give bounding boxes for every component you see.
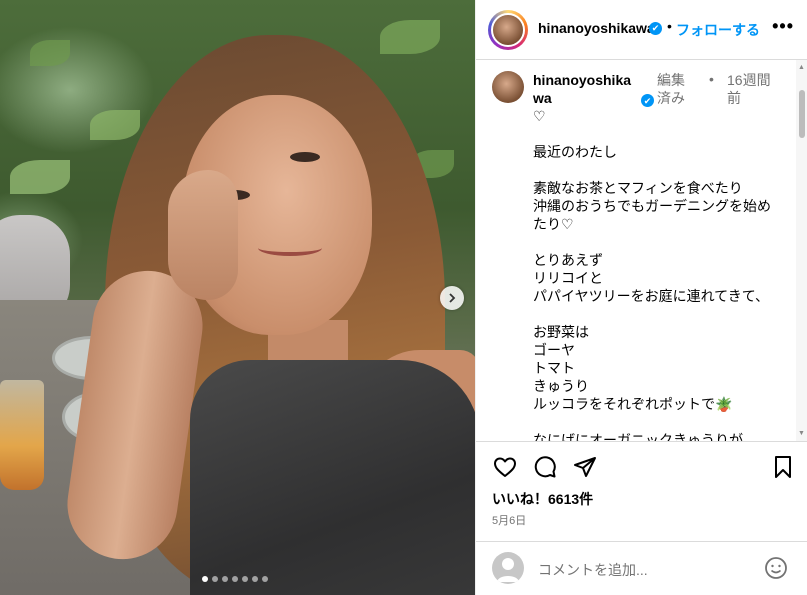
share-icon	[574, 457, 596, 477]
current-user-avatar	[492, 552, 524, 584]
comments-area[interactable]: hinanoyoshikawa ✔ 編集済み • 16週間前 ♡ 最近のわたし …	[476, 60, 796, 441]
bookmark-icon	[775, 456, 791, 478]
caption-username[interactable]: hinanoyoshikawa ✔	[533, 71, 654, 107]
emoji-button[interactable]	[764, 556, 788, 580]
scroll-up-icon[interactable]: ▲	[798, 64, 805, 71]
next-slide-button[interactable]	[440, 286, 464, 310]
foliage	[10, 160, 70, 194]
like-button[interactable]	[492, 454, 518, 480]
carousel-dot	[202, 576, 208, 582]
author-avatar[interactable]	[488, 10, 528, 50]
iced-tea-glass	[0, 380, 44, 490]
verified-badge-icon: ✔	[649, 22, 662, 35]
carousel-dot	[242, 576, 248, 582]
chevron-right-icon	[449, 293, 456, 303]
separator: •	[667, 18, 672, 34]
more-options-icon[interactable]: •••	[772, 16, 794, 37]
post-date[interactable]: 5月6日	[492, 512, 526, 528]
scrollbar-thumb[interactable]	[799, 90, 805, 138]
verified-badge-icon: ✔	[641, 94, 654, 107]
post-actions: いいね！6613件 5月6日	[476, 441, 807, 541]
caption-text: ♡ 最近のわたし 素敵なお茶とマフィンを食べたり 沖縄のおうちでもガーデニングを…	[533, 108, 771, 441]
like-count[interactable]: いいね！6613件	[492, 489, 593, 509]
carousel-dot	[232, 576, 238, 582]
caption-avatar[interactable]	[492, 71, 524, 103]
post-time[interactable]: 16週間前	[727, 71, 775, 107]
heart-icon	[494, 457, 516, 477]
foliage	[30, 40, 70, 66]
foliage	[380, 20, 440, 54]
foliage	[90, 110, 140, 140]
scroll-down-icon[interactable]: ▼	[798, 430, 805, 437]
post-side-panel: hinanoyoshikawa ✔ • フォローする ••• hinanoyos…	[475, 0, 807, 595]
post-header: hinanoyoshikawa ✔ • フォローする •••	[476, 0, 807, 60]
share-button[interactable]	[572, 454, 598, 480]
scrollbar[interactable]: ▲ ▼	[796, 60, 807, 441]
follow-button[interactable]: フォローする	[676, 20, 760, 40]
smile	[258, 240, 322, 256]
edited-label: 編集済み	[657, 72, 685, 106]
caption-username-text[interactable]: hinanoyoshikawa	[533, 72, 631, 106]
carousel-dot	[252, 576, 258, 582]
carousel-dot	[262, 576, 268, 582]
comment-icon	[534, 456, 556, 478]
save-button[interactable]	[770, 454, 796, 480]
hand	[168, 170, 238, 300]
default-user-icon	[497, 558, 519, 582]
tank-top	[190, 360, 475, 595]
eye	[290, 152, 320, 162]
carousel-indicator	[202, 576, 268, 582]
carousel-dot	[222, 576, 228, 582]
carousel-dot	[212, 576, 218, 582]
add-comment-bar: コメントを追加...	[476, 541, 807, 595]
smiley-icon	[765, 557, 787, 579]
comment-input[interactable]: コメントを追加...	[538, 560, 648, 580]
separator: •	[709, 71, 714, 87]
comment-button[interactable]	[532, 454, 558, 480]
author-username[interactable]: hinanoyoshikawa	[538, 20, 655, 36]
post-photo[interactable]	[0, 0, 475, 595]
